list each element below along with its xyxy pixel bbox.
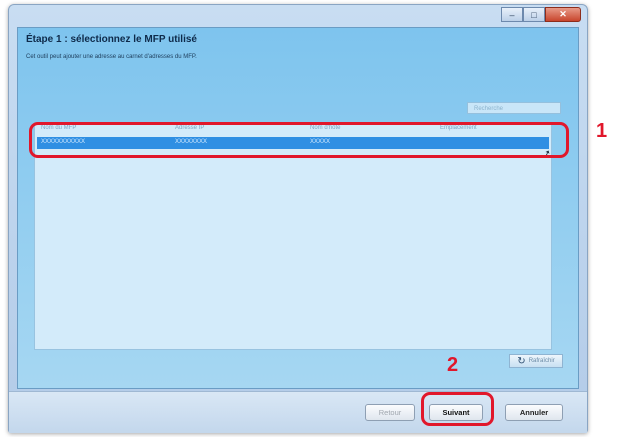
- window-controls: – □ ✕: [501, 7, 581, 22]
- title-bar: – □ ✕: [9, 5, 587, 27]
- step-title: Étape 1 : sélectionnez le MFP utilisé: [26, 34, 197, 45]
- cancel-button[interactable]: Annuler: [505, 404, 563, 421]
- refresh-icon: ↻: [517, 355, 526, 367]
- refresh-label: Rafraîchir: [528, 358, 555, 364]
- dialog-window: – □ ✕ Étape 1 : sélectionnez le MFP util…: [8, 4, 588, 433]
- refresh-button[interactable]: ↻ Rafraîchir: [509, 354, 563, 368]
- step-description: Cet outil peut ajouter une adresse au ca…: [26, 54, 197, 60]
- callout-number-1: 1: [596, 120, 608, 142]
- search-input[interactable]: Recherche: [467, 102, 561, 114]
- maximize-icon[interactable]: □: [523, 7, 545, 22]
- minimize-icon[interactable]: –: [501, 7, 523, 22]
- close-icon[interactable]: ✕: [545, 7, 581, 22]
- callout-number-2: 2: [447, 354, 459, 376]
- callout-ring-next-button: [421, 392, 494, 426]
- back-button[interactable]: Retour: [365, 404, 415, 421]
- button-bar: Retour Suivant Annuler: [9, 391, 587, 433]
- callout-ring-list-row: [29, 122, 569, 158]
